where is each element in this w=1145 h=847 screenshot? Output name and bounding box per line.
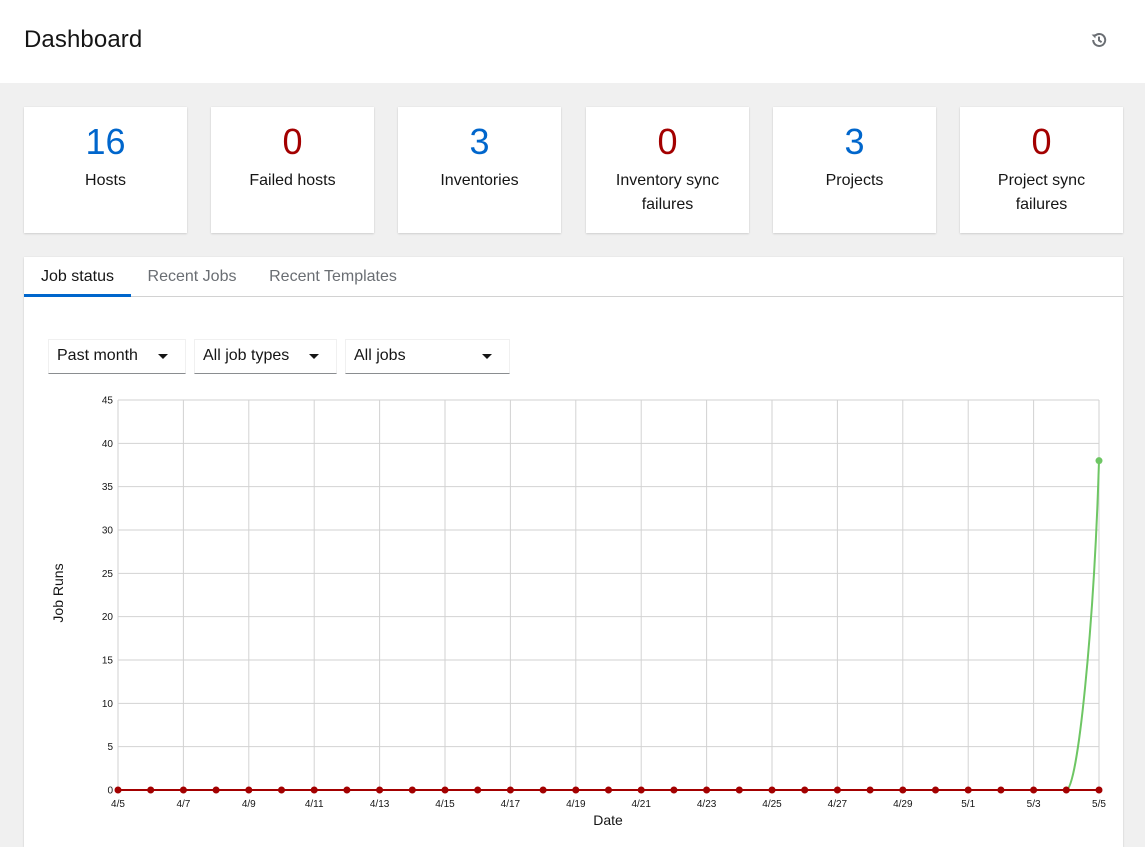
data-point-failed [605,786,612,794]
projects-label: Projects [825,172,884,189]
data-point-failed [408,786,416,794]
y-tick-label: 45 [102,396,114,407]
x-tick-label: 4/25 [762,799,782,810]
projects-count: 3 [844,121,865,162]
y-axis-label: Job Runs [50,563,66,622]
y-axis-ticks: 0 5 10 15 20 25 30 35 40 45 [102,396,114,797]
job-runs-chart: 0 5 10 15 20 25 30 35 40 45 4/5 4/7 4/9 4/11 4/13 4/15… [50,396,1106,829]
inventory-sync-failures-card[interactable]: 0 Inventory sync failures [586,107,749,233]
data-point-failed [179,786,187,794]
data-point-failed [441,786,449,794]
x-tick-label: 4/29 [893,799,913,810]
y-tick-label: 10 [102,699,114,710]
y-tick-label: 0 [107,786,113,797]
projects-card[interactable]: 3 Projects [773,107,936,233]
inventories-label: Inventories [440,172,519,189]
hosts-label: Hosts [85,172,126,189]
x-tick-label: 4/7 [176,799,190,810]
x-tick-label: 4/9 [242,799,256,810]
y-tick-label: 40 [102,439,114,450]
data-point-failed [147,786,155,794]
x-tick-label: 5/3 [1027,799,1041,810]
data-point-failed [703,786,711,794]
data-point-failed [278,786,285,794]
x-tick-label: 4/27 [828,799,848,810]
history-button[interactable] [1087,28,1111,52]
data-point-failed [343,786,351,794]
data-point-failed [245,786,253,794]
data-point-failed [997,786,1005,794]
data-point-failed [376,786,384,794]
failed-hosts-card[interactable]: 0 Failed hosts [211,107,374,233]
data-point-failed [637,786,645,794]
x-tick-label: 4/5 [111,799,125,810]
data-point-successful [1095,457,1103,465]
x-tick-label: 4/17 [501,799,521,810]
x-tick-label: 4/23 [697,799,717,810]
data-point-failed [866,786,874,794]
page-header: Dashboard [0,0,1145,83]
inventories-count: 3 [469,121,490,162]
data-point-failed [310,786,318,794]
y-tick-label: 30 [102,526,114,537]
x-axis-ticks: 4/5 4/7 4/9 4/11 4/13 4/15 4/17 4/19 4/21 4/23 4/2… [111,799,1106,810]
y-tick-label: 35 [102,482,114,493]
x-tick-label: 4/21 [631,799,651,810]
data-point-failed [212,786,220,794]
y-tick-label: 15 [102,656,114,667]
hosts-card[interactable]: 16 Hosts [24,107,187,233]
data-point-failed [833,786,841,794]
data-point-failed [474,786,482,794]
data-point-failed [1095,786,1103,794]
data-point-failed [1062,786,1070,794]
data-point-failed [964,786,972,794]
data-point-failed [899,786,907,794]
x-tick-label: 4/19 [566,799,586,810]
data-point-failed [932,786,939,794]
page-title: Dashboard [24,26,143,53]
x-tick-label: 4/11 [305,799,324,810]
data-point-failed [114,786,122,794]
job-status-panel: Job status Recent Jobs Recent Templates … [24,257,1123,847]
inventory-sync-failures-label: Inventory sync failures [615,172,720,213]
series-line-successful [118,460,1100,791]
project-sync-failures-card[interactable]: 0 Project sync failures [960,107,1123,233]
x-tick-label: 4/13 [370,799,390,810]
data-point-failed [506,786,514,794]
y-tick-label: 20 [102,612,114,623]
inventory-sync-failures-count: 0 [657,121,678,162]
data-point-failed [670,786,678,794]
data-point-failed [735,786,743,794]
failed-hosts-label: Failed hosts [249,172,336,189]
history-icon [1091,33,1107,47]
y-tick-label: 25 [102,569,114,580]
project-sync-failures-label: Project sync failures [997,172,1086,213]
data-point-failed [572,786,580,794]
hosts-count: 16 [85,121,126,162]
failed-hosts-count: 0 [282,121,303,162]
data-point-failed [801,786,809,794]
data-point-failed [768,786,776,794]
chart-grid [117,399,1100,791]
y-tick-label: 5 [107,742,113,753]
chart-series [114,457,1103,794]
x-tick-label: 5/1 [961,799,975,810]
data-point-failed [1030,786,1038,794]
inventories-card[interactable]: 3 Inventories [398,107,561,233]
project-sync-failures-count: 0 [1031,121,1052,162]
data-point-failed [539,786,547,794]
x-tick-label: 4/15 [435,799,455,810]
x-tick-label: 5/5 [1092,799,1106,810]
